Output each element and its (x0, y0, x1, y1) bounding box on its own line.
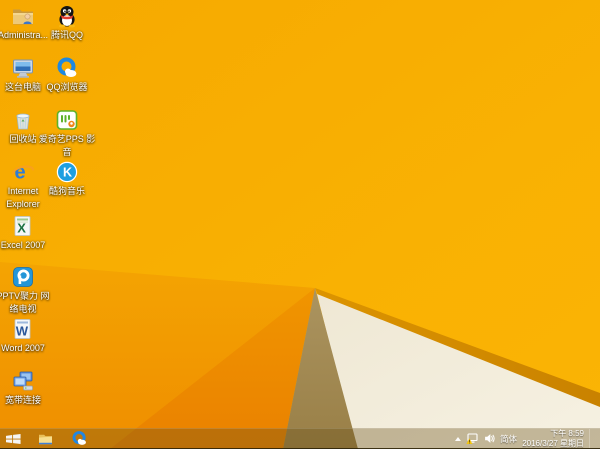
desktop-icon-administrator[interactable]: Administra... (0, 4, 49, 41)
recycle-bin-icon (16, 113, 30, 130)
desktop-icon-word-2007[interactable]: W Word 2007 (0, 317, 46, 354)
desktop-icon-internet-explorer[interactable]: e Internet Explorer (0, 160, 46, 209)
volume-icon[interactable] (484, 433, 495, 444)
svg-text:K: K (63, 166, 72, 180)
icon-label: PPTV聚力 网 (0, 291, 50, 301)
qq-browser-icon (57, 57, 77, 77)
pps-player-icon (56, 110, 78, 130)
desktop-icon-pptv[interactable]: PPTV聚力 网 络电视 (0, 265, 50, 314)
taskbar: 简体 下午 8:59 2016/3/27 星期日 (0, 428, 600, 449)
clock-date: 2016/3/27 星期日 (522, 438, 584, 448)
clock-time: 下午 8:59 (550, 429, 584, 438)
excel-icon: X (14, 216, 31, 236)
start-button[interactable] (0, 429, 26, 448)
icon-label: 爱奇艺PPS 影 (38, 134, 96, 144)
qq-penguin-icon (59, 6, 75, 28)
user-folder-icon (13, 9, 33, 25)
icon-label: QQ浏览器 (46, 82, 88, 92)
desktop-icon-broadband[interactable]: 宽带连接 (0, 369, 46, 406)
broadband-connection-icon (13, 371, 33, 391)
icon-label: 宽带连接 (4, 395, 41, 405)
icon-label: 回收站 (9, 134, 37, 144)
show-hidden-icons-arrow[interactable] (454, 436, 461, 441)
taskbar-buttons (0, 429, 92, 448)
internet-explorer-icon: e (11, 162, 35, 184)
wallpaper (0, 0, 600, 449)
system-tray: 简体 下午 8:59 2016/3/27 星期日 (454, 429, 600, 448)
icon-label: 络电视 (9, 303, 37, 314)
icon-label: 这台电脑 (4, 82, 41, 92)
icon-label: Word 2007 (1, 343, 45, 353)
kugou-music-icon: K (56, 161, 78, 183)
svg-text:W: W (16, 324, 29, 339)
icon-label: 酷狗音乐 (48, 186, 85, 196)
icon-label: Excel 2007 (0, 240, 46, 250)
ime-indicator[interactable]: 简体 (500, 433, 517, 445)
desktop-icon-excel-2007[interactable]: X Excel 2007 (0, 214, 46, 251)
windows-logo-icon (5, 433, 21, 444)
computer-icon (13, 59, 33, 78)
svg-text:e: e (15, 162, 26, 184)
icon-label: Internet (7, 186, 39, 196)
icon-label: 音 (62, 146, 72, 157)
desktop-icon-this-pc[interactable]: 这台电脑 (0, 56, 46, 93)
qq-browser-icon (72, 431, 86, 445)
qq-browser-taskbar-button[interactable] (66, 429, 92, 448)
svg-text:X: X (17, 221, 26, 236)
network-status-icon[interactable] (466, 432, 479, 445)
pptv-icon (13, 267, 33, 287)
word-icon: W (14, 319, 31, 339)
desktop-icon-kugou-music[interactable]: K 酷狗音乐 (44, 160, 90, 197)
desktop: Administra... 腾讯QQ 这台电脑 QQ浏览器 回收站 爱奇艺PPS… (0, 0, 600, 449)
desktop-icon-qq-browser[interactable]: QQ浏览器 (44, 56, 90, 93)
desktop-icon-tencent-qq[interactable]: 腾讯QQ (44, 4, 90, 41)
desktop-icon-iqiyi-pps[interactable]: 爱奇艺PPS 影 音 (39, 108, 95, 157)
icon-label: Administra... (0, 30, 49, 40)
clock[interactable]: 下午 8:59 2016/3/27 星期日 (522, 429, 584, 448)
icon-label: 腾讯QQ (50, 30, 83, 40)
icon-label: Explorer (6, 198, 40, 209)
file-explorer-icon (38, 434, 52, 445)
show-desktop-button[interactable] (589, 429, 594, 448)
file-explorer-button[interactable] (32, 429, 58, 448)
